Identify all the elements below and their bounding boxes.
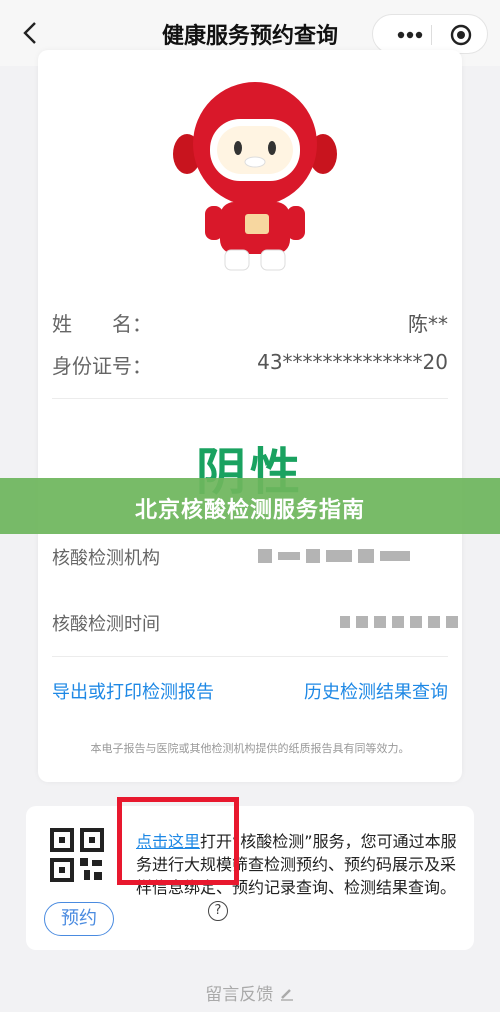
help-icon[interactable]: ? xyxy=(208,901,228,921)
export-report-link[interactable]: 导出或打印检测报告 xyxy=(52,678,214,704)
target-icon[interactable] xyxy=(450,24,472,46)
feedback-label: 留言反馈 xyxy=(205,985,274,1005)
history-results-link[interactable]: 历史检测结果查询 xyxy=(304,678,448,704)
capsule-divider xyxy=(431,25,432,45)
feedback-link[interactable]: 留言反馈 xyxy=(0,980,500,1005)
id-label: 身份证号： xyxy=(52,354,152,378)
guide-banner: 北京核酸检测服务指南 xyxy=(0,478,500,534)
qr-code-icon xyxy=(50,828,104,882)
name-label: 姓 名： xyxy=(52,312,152,336)
time-label: 核酸检测时间 xyxy=(52,614,160,635)
divider xyxy=(52,398,448,399)
institution-label: 核酸检测机构 xyxy=(52,548,160,569)
disclaimer-text: 本电子报告与医院或其他检测机构提供的纸质报告具有同等效力。 xyxy=(90,742,410,755)
pencil-icon xyxy=(280,989,293,1001)
name-value: 陈** xyxy=(408,312,448,336)
banner-title: 北京核酸检测服务指南 xyxy=(134,498,365,523)
highlight-box xyxy=(117,797,239,885)
id-value: 43**************20 xyxy=(257,350,448,374)
mini-program-capsule xyxy=(372,14,488,54)
time-value-blurred xyxy=(340,614,458,630)
mascot-image xyxy=(173,82,337,271)
more-dots-icon[interactable] xyxy=(397,27,423,43)
institution-value-blurred xyxy=(258,548,410,564)
divider xyxy=(52,656,448,657)
book-button[interactable]: 预约 xyxy=(44,902,114,936)
